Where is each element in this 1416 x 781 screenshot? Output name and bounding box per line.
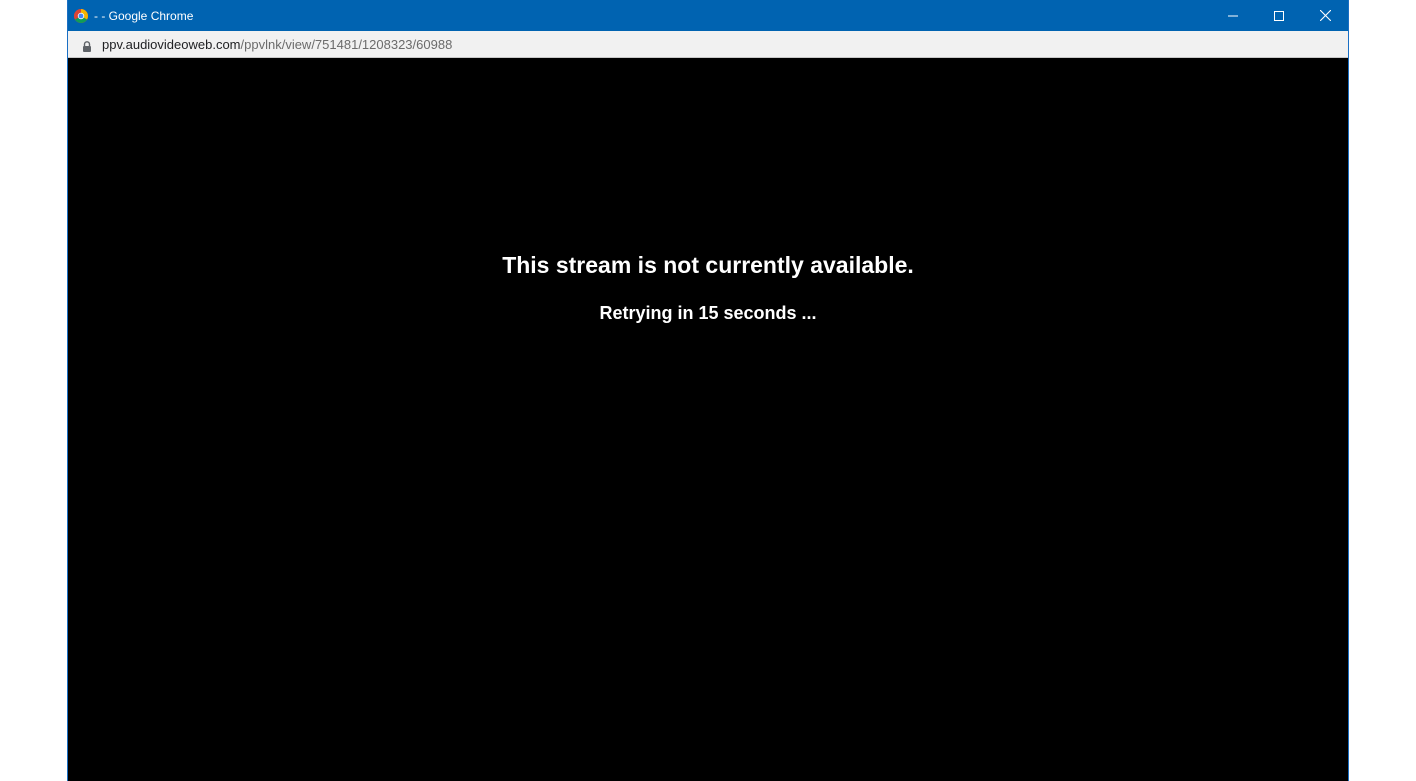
close-button[interactable] [1302,0,1348,31]
url-path: /ppvlnk/view/751481/1208323/60988 [240,36,453,52]
chrome-icon [74,8,88,23]
address-bar[interactable]: ppv.audiovideoweb.com/ppvlnk/view/751481… [68,31,1348,58]
window-title: - - Google Chrome [94,8,194,23]
url-host: ppv.audiovideoweb.com [102,36,241,52]
window-controls [1210,0,1348,31]
close-icon [1319,10,1331,21]
maximize-button[interactable] [1256,0,1302,31]
title-bar[interactable]: - - Google Chrome [68,0,1348,31]
lock-icon [82,39,92,52]
maximize-icon [1274,10,1284,21]
minimize-icon [1228,15,1238,16]
stream-unavailable-message: This stream is not currently available. [502,252,914,278]
stream-player-area: This stream is not currently available. … [68,59,1348,781]
retry-countdown: Retrying in 15 seconds ... [599,303,817,323]
url-text[interactable]: ppv.audiovideoweb.com/ppvlnk/view/751481… [102,37,452,52]
browser-window: - - Google Chrome ppv.audiovideoweb.com/… [67,0,1349,781]
minimize-button[interactable] [1210,0,1256,31]
